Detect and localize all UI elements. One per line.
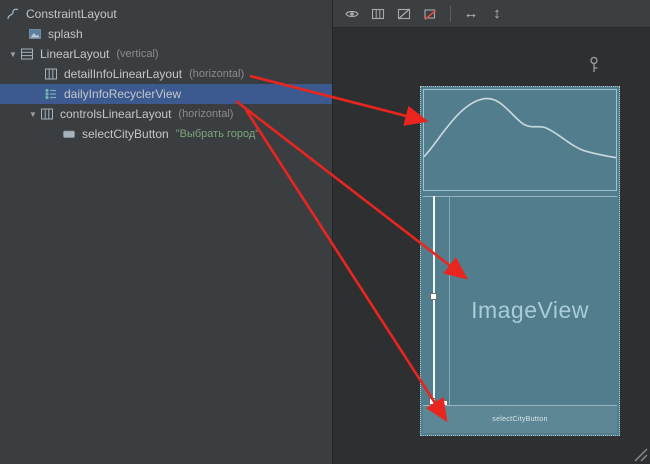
- phone-preview[interactable]: ImageView selectCityButton: [420, 86, 620, 436]
- tree-item-label: ConstraintLayout: [26, 7, 117, 21]
- selection-edge[interactable]: [433, 196, 435, 406]
- resize-handle[interactable]: [430, 293, 437, 300]
- red-slash-icon: [422, 6, 438, 22]
- eye-icon: [344, 6, 360, 22]
- toggle-blueprint-button[interactable]: [393, 3, 415, 25]
- tree-item-selectcitybutton[interactable]: selectCityButton "Выбрать город": [0, 124, 332, 144]
- linear-layout-horizontal-icon: [44, 67, 58, 81]
- layout-editor-window: ConstraintLayout splash ▼ LinearLayout (…: [0, 0, 650, 464]
- tree-item-label: detailInfoLinearLayout: [64, 67, 182, 81]
- chevron-down-icon[interactable]: ▼: [26, 110, 40, 119]
- linear-layout-horizontal-icon: [40, 107, 54, 121]
- chart-curve: [424, 90, 616, 190]
- tree-item-orientation: (horizontal): [189, 68, 244, 80]
- imageview-component[interactable]: ImageView: [441, 297, 619, 324]
- image-icon: [28, 27, 42, 41]
- toggle-render-errors-button[interactable]: [419, 3, 441, 25]
- chevron-down-icon[interactable]: ▼: [6, 50, 20, 59]
- tree-item-label: selectCityButton: [82, 127, 169, 141]
- toolbar-separator: [450, 6, 451, 22]
- tree-item-orientation: (vertical): [116, 48, 158, 60]
- tree-item-controlslinearlayout[interactable]: ▼ controlsLinearLayout (horizontal): [0, 104, 332, 124]
- wrench-icon: [587, 56, 601, 74]
- crossed-columns-icon: [396, 6, 412, 22]
- tree-item-dailyinforecyclerview[interactable]: dailyInfoRecyclerView: [0, 84, 332, 104]
- resize-handle[interactable]: [429, 398, 436, 405]
- design-surface-panel: ↔ ↕ ImageView se: [332, 0, 650, 464]
- vertical-constraint-icon[interactable]: ↕: [486, 5, 508, 22]
- view-options-button[interactable]: [341, 3, 363, 25]
- constraint-layout-icon: [6, 7, 20, 21]
- column-mode-button[interactable]: [367, 3, 389, 25]
- tree-item-text-value: "Выбрать город": [176, 128, 259, 140]
- detail-info-component[interactable]: [423, 89, 617, 191]
- tree-item-linearlayout[interactable]: ▼ LinearLayout (vertical): [0, 44, 332, 64]
- design-toolbar: ↔ ↕: [333, 0, 650, 28]
- button-icon: [62, 127, 76, 141]
- tree-item-label: dailyInfoRecyclerView: [64, 87, 181, 101]
- design-canvas[interactable]: ImageView selectCityButton: [333, 28, 650, 464]
- horizontal-constraint-icon[interactable]: ↔: [460, 5, 482, 22]
- linear-layout-vertical-icon: [20, 47, 34, 61]
- tree-item-splash[interactable]: splash: [0, 24, 332, 44]
- tree-item-label: controlsLinearLayout: [60, 107, 171, 121]
- select-city-button-component[interactable]: selectCityButton: [423, 405, 617, 433]
- recycler-view-icon: [44, 87, 58, 101]
- component-tree-panel: ConstraintLayout splash ▼ LinearLayout (…: [0, 0, 332, 464]
- tree-item-orientation: (horizontal): [178, 108, 233, 120]
- resize-grip-icon[interactable]: [629, 443, 649, 463]
- tree-item-detailinfolinearlayout[interactable]: detailInfoLinearLayout (horizontal): [0, 64, 332, 84]
- tree-item-label: splash: [48, 27, 83, 41]
- tree-item-constraintlayout[interactable]: ConstraintLayout: [0, 4, 332, 24]
- tree-item-label: LinearLayout: [40, 47, 109, 61]
- columns-icon: [370, 6, 386, 22]
- component-bound-line: [423, 196, 617, 197]
